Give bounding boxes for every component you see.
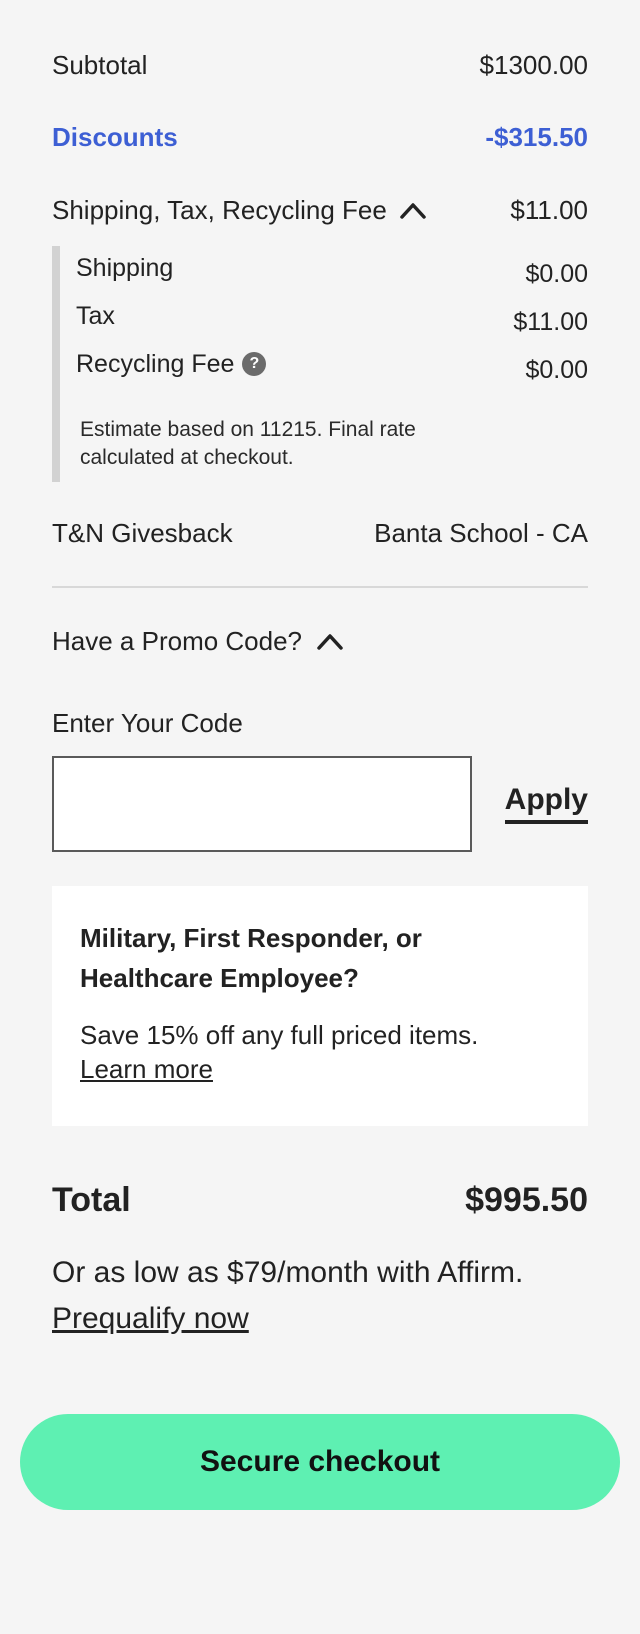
estimate-note: Estimate based on 11215. Final rate calc… [80,418,416,469]
tax-value: $11.00 [513,308,588,336]
tax-row: Tax $11.00 [76,300,588,336]
tax-label: Tax [76,302,115,330]
military-discount-text-block: Save 15% off any full priced items. Lear… [80,1018,568,1086]
recycling-fee-row: Recycling Fee ? $0.00 [76,348,588,384]
help-icon[interactable]: ? [242,352,267,376]
shipping-value: $0.00 [525,260,588,288]
military-discount-card: Military, First Responder, or Healthcare… [52,886,588,1126]
divider [52,586,588,588]
recycling-fee-label-group: Recycling Fee ? [76,348,267,380]
recycling-fee-value: $0.00 [525,356,588,384]
shipping-label: Shipping [76,254,174,282]
discounts-row: Discounts -$315.50 [52,120,588,154]
shipping-tax-fee-toggle[interactable]: Shipping, Tax, Recycling Fee [52,193,427,227]
secure-checkout-button[interactable]: Secure checkout [20,1414,620,1510]
fee-breakdown: Shipping $0.00 Tax $11.00 Recycling Fee … [52,246,588,482]
affirm-block: Or as low as $79/month with Affirm. Preq… [52,1250,588,1342]
discounts-value: -$315.50 [485,122,588,152]
total-value: $995.50 [465,1181,588,1219]
chevron-up-icon[interactable] [316,631,344,651]
total-row: Total $995.50 [52,1178,588,1222]
military-discount-title: Military, First Responder, or Healthcare… [80,923,422,993]
promo-code-label: Enter Your Code [52,708,243,738]
discounts-label: Discounts [52,122,178,152]
shipping-tax-fee-row[interactable]: Shipping, Tax, Recycling Fee $11.00 [52,193,588,227]
promo-code-toggle[interactable]: Have a Promo Code? [52,624,344,658]
prequalify-link[interactable]: Prequalify now [52,1296,249,1342]
shipping-row: Shipping $0.00 [76,252,588,288]
promo-code-input[interactable] [52,756,472,852]
military-discount-text: Save 15% off any full priced items. [80,1020,479,1050]
givesback-label: T&N Givesback [52,518,233,548]
chevron-up-icon[interactable] [399,200,427,220]
subtotal-label: Subtotal [52,50,148,80]
subtotal-value: $1300.00 [479,50,588,80]
promo-code-toggle-label: Have a Promo Code? [52,626,303,656]
affirm-text: Or as low as $79/month with Affirm. [52,1256,524,1289]
learn-more-link[interactable]: Learn more [80,1052,213,1086]
apply-button[interactable]: Apply [504,782,588,824]
shipping-tax-fee-label: Shipping, Tax, Recycling Fee [52,195,387,225]
shipping-tax-fee-value: $11.00 [510,195,588,225]
givesback-value: Banta School - CA [374,518,588,548]
subtotal-row: Subtotal $1300.00 [52,48,588,82]
total-label: Total [52,1181,131,1219]
recycling-fee-label: Recycling Fee [76,350,235,378]
givesback-row: T&N Givesback Banta School - CA [52,516,588,550]
